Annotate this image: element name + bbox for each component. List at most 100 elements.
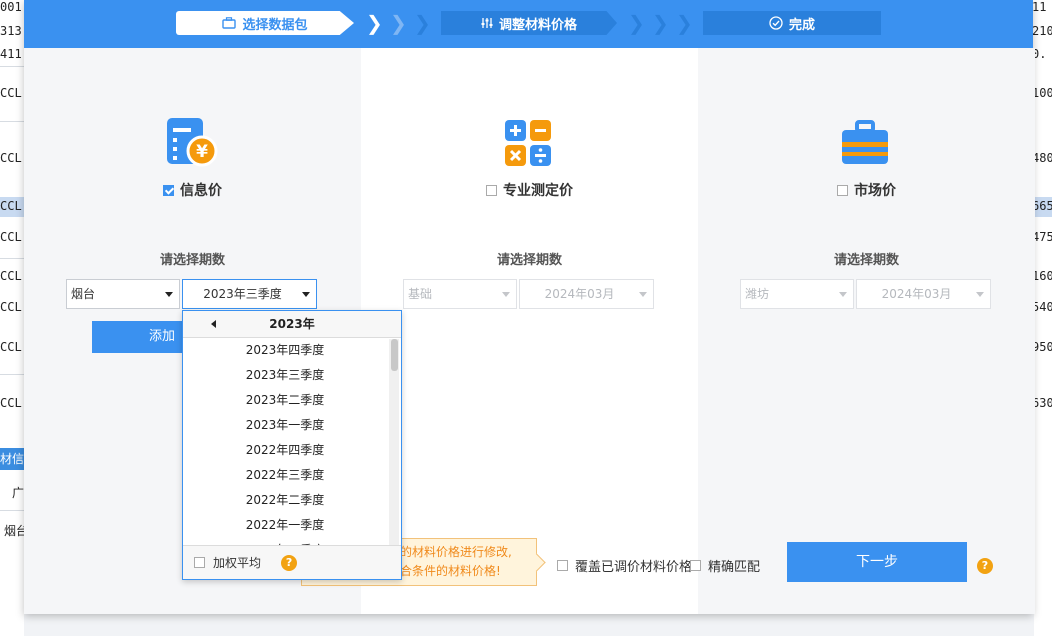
add-info-button[interactable]: 添加信 [92,321,184,353]
svg-text:¥: ¥ [196,142,208,162]
bg-input-text: 烟台 [4,524,24,538]
background-right-panel: 11 210 0. 100 480 665 475 160 540 950 63… [1032,0,1052,636]
weighted-average-label: 加权平均 [213,556,262,570]
step-label: 调整材料价格 [498,17,577,33]
step-select-package[interactable]: 选择数据包 [176,11,354,35]
chevron-right-icon: ❯ [628,11,645,35]
bg-cell: 11 [1032,0,1047,14]
chevron-right-icon: ❯ [366,11,383,35]
bg-cell: CCL [0,300,22,314]
professional-price-checkbox[interactable] [486,184,497,196]
bg-tab: 材信 [0,448,24,470]
chevron-right-icon: ❯ [652,11,669,35]
overwrite-label: 覆盖已调价材料价格 [575,560,693,575]
bg-cell: 100 [1032,86,1052,100]
period-select: 2024年03月 [856,279,991,309]
bg-cell: 210 [1032,24,1052,38]
dropdown-header: 2023年 [183,311,401,338]
bg-cell: CCL [0,340,22,354]
dropdown-arrow-icon [302,292,310,297]
market-price-checkbox[interactable] [837,184,848,196]
exact-match-option[interactable]: 精确匹配 [690,556,760,575]
sliders-icon [481,18,493,28]
weighted-average-checkbox[interactable] [194,557,205,568]
briefcase-icon [222,17,237,29]
overwrite-checkbox[interactable] [557,560,568,571]
region-value: 烟台 [71,287,96,301]
dropdown-footer: 加权平均 ? [183,545,401,579]
period-option[interactable]: 2023年一季度 [183,413,387,438]
category-select: 基础 [403,279,517,309]
wizard-dialog: 选择数据包 ❯ ❯ ❯ 调整材料价格 ❯ ❯ ❯ 完成 ¥ 信息价 请选择期数 … [24,0,1035,614]
professional-price-option[interactable]: 专业测定价 [361,180,698,200]
period-option[interactable]: 2023年三季度 [183,363,387,388]
info-price-checkbox[interactable] [163,184,174,196]
exact-match-label: 精确匹配 [708,560,761,575]
dropdown-arrow-icon [839,292,847,297]
bg-cell: 广 [12,486,24,500]
dropdown-arrow-icon [976,292,984,297]
calculator-icon [505,120,551,166]
period-option[interactable]: 2023年四季度 [183,338,387,363]
bg-cell: 665 [1032,199,1052,213]
option-label: 专业测定价 [503,183,573,199]
bg-cell: CCL [0,230,22,244]
bg-cell: CCL [0,151,22,165]
period-option[interactable]: 2022年一季度 [183,513,387,538]
bg-cell: 480 [1032,151,1052,165]
bg-cell: 630 [1032,396,1052,410]
bg-cell: 001 [0,0,22,14]
dropdown-arrow-icon [639,292,647,297]
scrollbar-thumb[interactable] [391,339,398,371]
bg-cell: 475 [1032,230,1052,244]
bg-cell: CCL [0,199,22,213]
chevron-right-icon: ❯ [414,11,431,35]
background-left-panel: 001 313 411 CCL CCL CCL CCL CCL CCL CCL … [0,0,24,636]
period-option[interactable]: 2022年二季度 [183,488,387,513]
bg-cell: CCL [0,269,22,283]
period-list: 2023年四季度 2023年三季度 2023年二季度 2023年一季度 2022… [183,338,387,548]
market-price-option[interactable]: 市场价 [698,180,1035,200]
period-label: 请选择期数 [496,253,562,268]
step-label: 完成 [788,17,815,33]
period-value: 2024年03月 [881,287,952,301]
bg-cell: 313 [0,24,22,38]
period-value: 2023年三季度 [203,287,282,301]
bg-cell: 950 [1032,340,1052,354]
dropdown-arrow-icon [165,292,173,297]
period-value: 2024年03月 [544,287,615,301]
bg-cell: 160 [1032,269,1052,283]
chevron-right-icon: ❯ [390,11,407,35]
help-icon[interactable]: ? [977,558,993,574]
period-label: 请选择期数 [159,253,225,268]
invoice-yuan-icon: ¥ [167,118,218,167]
region-select[interactable]: 烟台 [66,279,180,309]
period-dropdown: 2023年 2023年四季度 2023年三季度 2023年二季度 2023年一季… [182,310,402,580]
info-price-option[interactable]: 信息价 [24,180,361,200]
overwrite-option[interactable]: 覆盖已调价材料价格 [557,556,692,575]
step-adjust-prices[interactable]: 调整材料价格 [441,11,617,35]
step-complete[interactable]: 完成 [703,11,881,35]
exact-match-checkbox[interactable] [690,560,701,571]
region-select: 潍坊 [740,279,854,309]
help-icon[interactable]: ? [281,554,298,571]
market-price-column: 市场价 请选择期数 潍坊 2024年03月 [698,48,1035,614]
background-below [24,614,1034,636]
chevron-right-icon: ❯ [676,11,693,35]
dropdown-arrow-icon [502,292,510,297]
option-label: 信息价 [180,183,222,199]
step-bar: 选择数据包 ❯ ❯ ❯ 调整材料价格 ❯ ❯ ❯ 完成 [24,0,1033,48]
bg-cell: CCL [0,396,22,410]
check-circle-icon [769,16,783,30]
prev-year-icon[interactable] [211,320,216,328]
period-option[interactable]: 2022年四季度 [183,438,387,463]
next-step-button[interactable]: 下一步 [787,542,967,582]
period-select[interactable]: 2023年三季度 [182,279,317,309]
category-value: 基础 [408,287,433,301]
dropdown-scrollbar[interactable] [389,339,399,545]
region-value: 潍坊 [745,287,770,301]
period-option[interactable]: 2022年三季度 [183,463,387,488]
period-option[interactable]: 2023年二季度 [183,388,387,413]
bg-cell: CCL [0,86,22,100]
bg-cell: 540 [1032,300,1052,314]
